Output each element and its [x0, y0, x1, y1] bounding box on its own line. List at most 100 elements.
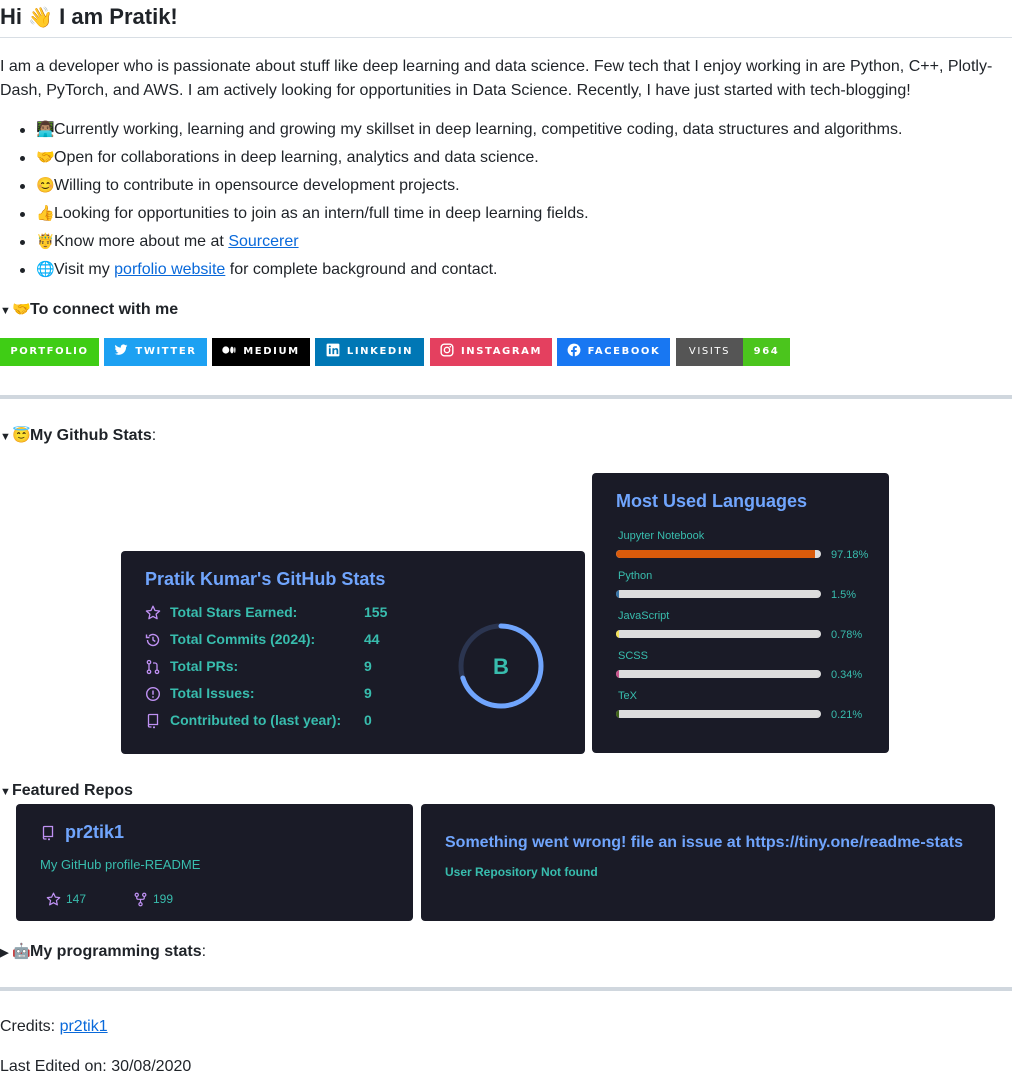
- language-bar-fill: [616, 630, 620, 638]
- colon-text: :: [201, 943, 207, 960]
- language-percent: 0.34%: [831, 669, 863, 681]
- handshake-icon: 🤝: [36, 149, 55, 166]
- language-name: SCSS: [618, 650, 648, 662]
- badge-label: LINKEDIN: [346, 346, 414, 357]
- repo-icon: [147, 713, 159, 729]
- technologist-icon: 👨🏽‍💻: [36, 121, 55, 138]
- list-item: 👨🏽‍💻Currently working, learning and grow…: [19, 117, 903, 145]
- medium-icon: [222, 346, 236, 354]
- language-bar: [616, 670, 821, 678]
- stat-label: Total Commits (2024):: [170, 631, 316, 647]
- programming-stats-summary[interactable]: ▶ 🤖My programming stats:: [0, 942, 206, 961]
- title-divider: [0, 37, 1012, 38]
- badge-label: MEDIUM: [243, 346, 300, 357]
- language-percent: 0.21%: [831, 709, 863, 721]
- triangle-down-icon: ▼: [0, 305, 11, 317]
- stat-label: Total Stars Earned:: [170, 604, 298, 620]
- list-item-text: Open for collaborations in deep learning…: [54, 149, 539, 166]
- badge-label: PORTFOLIO: [10, 346, 89, 357]
- stats-card-title: Pratik Kumar's GitHub Stats: [145, 569, 386, 589]
- github-stats-summary[interactable]: ▼😇My Github Stats:: [0, 426, 156, 445]
- language-bar-fill: [616, 590, 620, 598]
- greeting-text: Hi: [0, 4, 22, 29]
- stat-value: 9: [364, 685, 372, 701]
- triangle-right-icon: ▶: [0, 947, 9, 959]
- smile-icon: 😊: [36, 177, 55, 194]
- badge-label: FACEBOOK: [587, 346, 661, 357]
- error-card: Something went wrong! file an issue at h…: [421, 804, 995, 921]
- repo-forks-count: 199: [153, 892, 174, 906]
- list-item: 👍Looking for opportunities to join as an…: [19, 201, 902, 229]
- fork-icon: [134, 892, 147, 907]
- credits-link[interactable]: pr2tik1: [60, 1018, 108, 1035]
- visits-badge-count: 964: [743, 338, 790, 366]
- language-percent: 0.78%: [831, 629, 863, 641]
- repo-description: My GitHub profile-README: [40, 857, 201, 872]
- visits-count: 964: [753, 346, 780, 357]
- error-message: Something went wrong! file an issue at h…: [445, 834, 963, 851]
- programming-stats-title: My programming stats: [30, 943, 202, 960]
- section-divider: [0, 395, 1012, 399]
- error-detail: User Repository Not found: [445, 865, 598, 879]
- repo-name-link[interactable]: pr2tik1: [65, 822, 124, 843]
- github-stats-title: My Github Stats: [30, 427, 152, 444]
- medium-badge[interactable]: MEDIUM: [212, 338, 310, 366]
- linkedin-badge[interactable]: LINKEDIN: [315, 338, 424, 366]
- sourcerer-link[interactable]: Sourcerer: [228, 233, 298, 250]
- linkedin-icon: [326, 343, 340, 357]
- section-divider: [0, 987, 1012, 991]
- repo-card[interactable]: pr2tik1 My GitHub profile-README 147 199: [16, 804, 413, 921]
- stat-label: Contributed to (last year):: [170, 712, 342, 728]
- history-icon: [145, 633, 160, 647]
- list-item-text: Visit my: [54, 261, 115, 278]
- stat-value: 44: [364, 631, 380, 647]
- robot-icon: 🤖: [12, 943, 31, 960]
- list-item-text: Know more about me at: [54, 233, 229, 250]
- twitter-icon: [114, 344, 128, 355]
- halo-icon: 😇: [12, 427, 31, 444]
- star-icon: [145, 605, 161, 620]
- rank-circle: B: [458, 623, 544, 709]
- list-item-text: Willing to contribute in opensource deve…: [54, 177, 460, 194]
- twitter-badge[interactable]: TWITTER: [104, 338, 207, 366]
- facebook-badge[interactable]: FACEBOOK: [557, 338, 670, 366]
- colon-text: :: [151, 427, 157, 444]
- language-percent: 1.5%: [831, 589, 857, 601]
- badge-label: INSTAGRAM: [460, 346, 543, 357]
- globe-icon: 🌐: [36, 261, 55, 278]
- wave-icon: 👋: [28, 7, 54, 29]
- list-item-text: Currently working, learning and growing …: [54, 121, 903, 138]
- language-bar: [616, 710, 821, 718]
- intro-paragraph: I am a developer who is passionate about…: [0, 58, 993, 99]
- list-item: 🤝Open for collaborations in deep learnin…: [19, 145, 902, 173]
- portfolio-website-link[interactable]: porfolio website: [114, 261, 225, 278]
- repo-stars-count: 147: [66, 892, 87, 906]
- language-bar: [616, 590, 821, 598]
- pull-request-icon: [146, 659, 160, 675]
- language-bar-fill: [616, 670, 620, 678]
- list-item: 😊Willing to contribute in opensource dev…: [19, 173, 902, 201]
- instagram-icon: [440, 343, 454, 357]
- featured-repos-title: Featured Repos: [12, 782, 133, 799]
- list-item: 🤴Know more about me at Sourcerer: [19, 229, 902, 257]
- facebook-icon: [567, 343, 581, 357]
- list-item: 🌐Visit my porfolio website for complete …: [19, 257, 902, 285]
- page-title: Hi 👋 I am Pratik!: [0, 3, 178, 32]
- languages-card: Most Used Languages Jupyter Notebook 97.1…: [592, 473, 889, 753]
- connect-summary[interactable]: ▼🤝To connect with me: [0, 300, 178, 319]
- stat-label: Total PRs:: [170, 658, 239, 674]
- languages-card-title: Most Used Languages: [616, 491, 808, 511]
- repo-icon: [42, 825, 54, 841]
- stat-value: 155: [364, 604, 388, 620]
- language-name: TeX: [618, 690, 637, 702]
- triangle-down-icon: ▼: [0, 786, 11, 798]
- instagram-badge[interactable]: INSTAGRAM: [430, 338, 552, 366]
- featured-repos-summary[interactable]: ▼Featured Repos: [0, 782, 133, 800]
- list-item-text: for complete background and contact.: [225, 261, 498, 278]
- badge-label: VISITS: [688, 346, 731, 357]
- issue-icon: [145, 686, 161, 702]
- credits-line: Credits: pr2tik1: [0, 1018, 108, 1036]
- credits-label: Credits:: [0, 1018, 60, 1035]
- portfolio-badge[interactable]: PORTFOLIO: [0, 338, 99, 366]
- language-name: Jupyter Notebook: [618, 530, 705, 542]
